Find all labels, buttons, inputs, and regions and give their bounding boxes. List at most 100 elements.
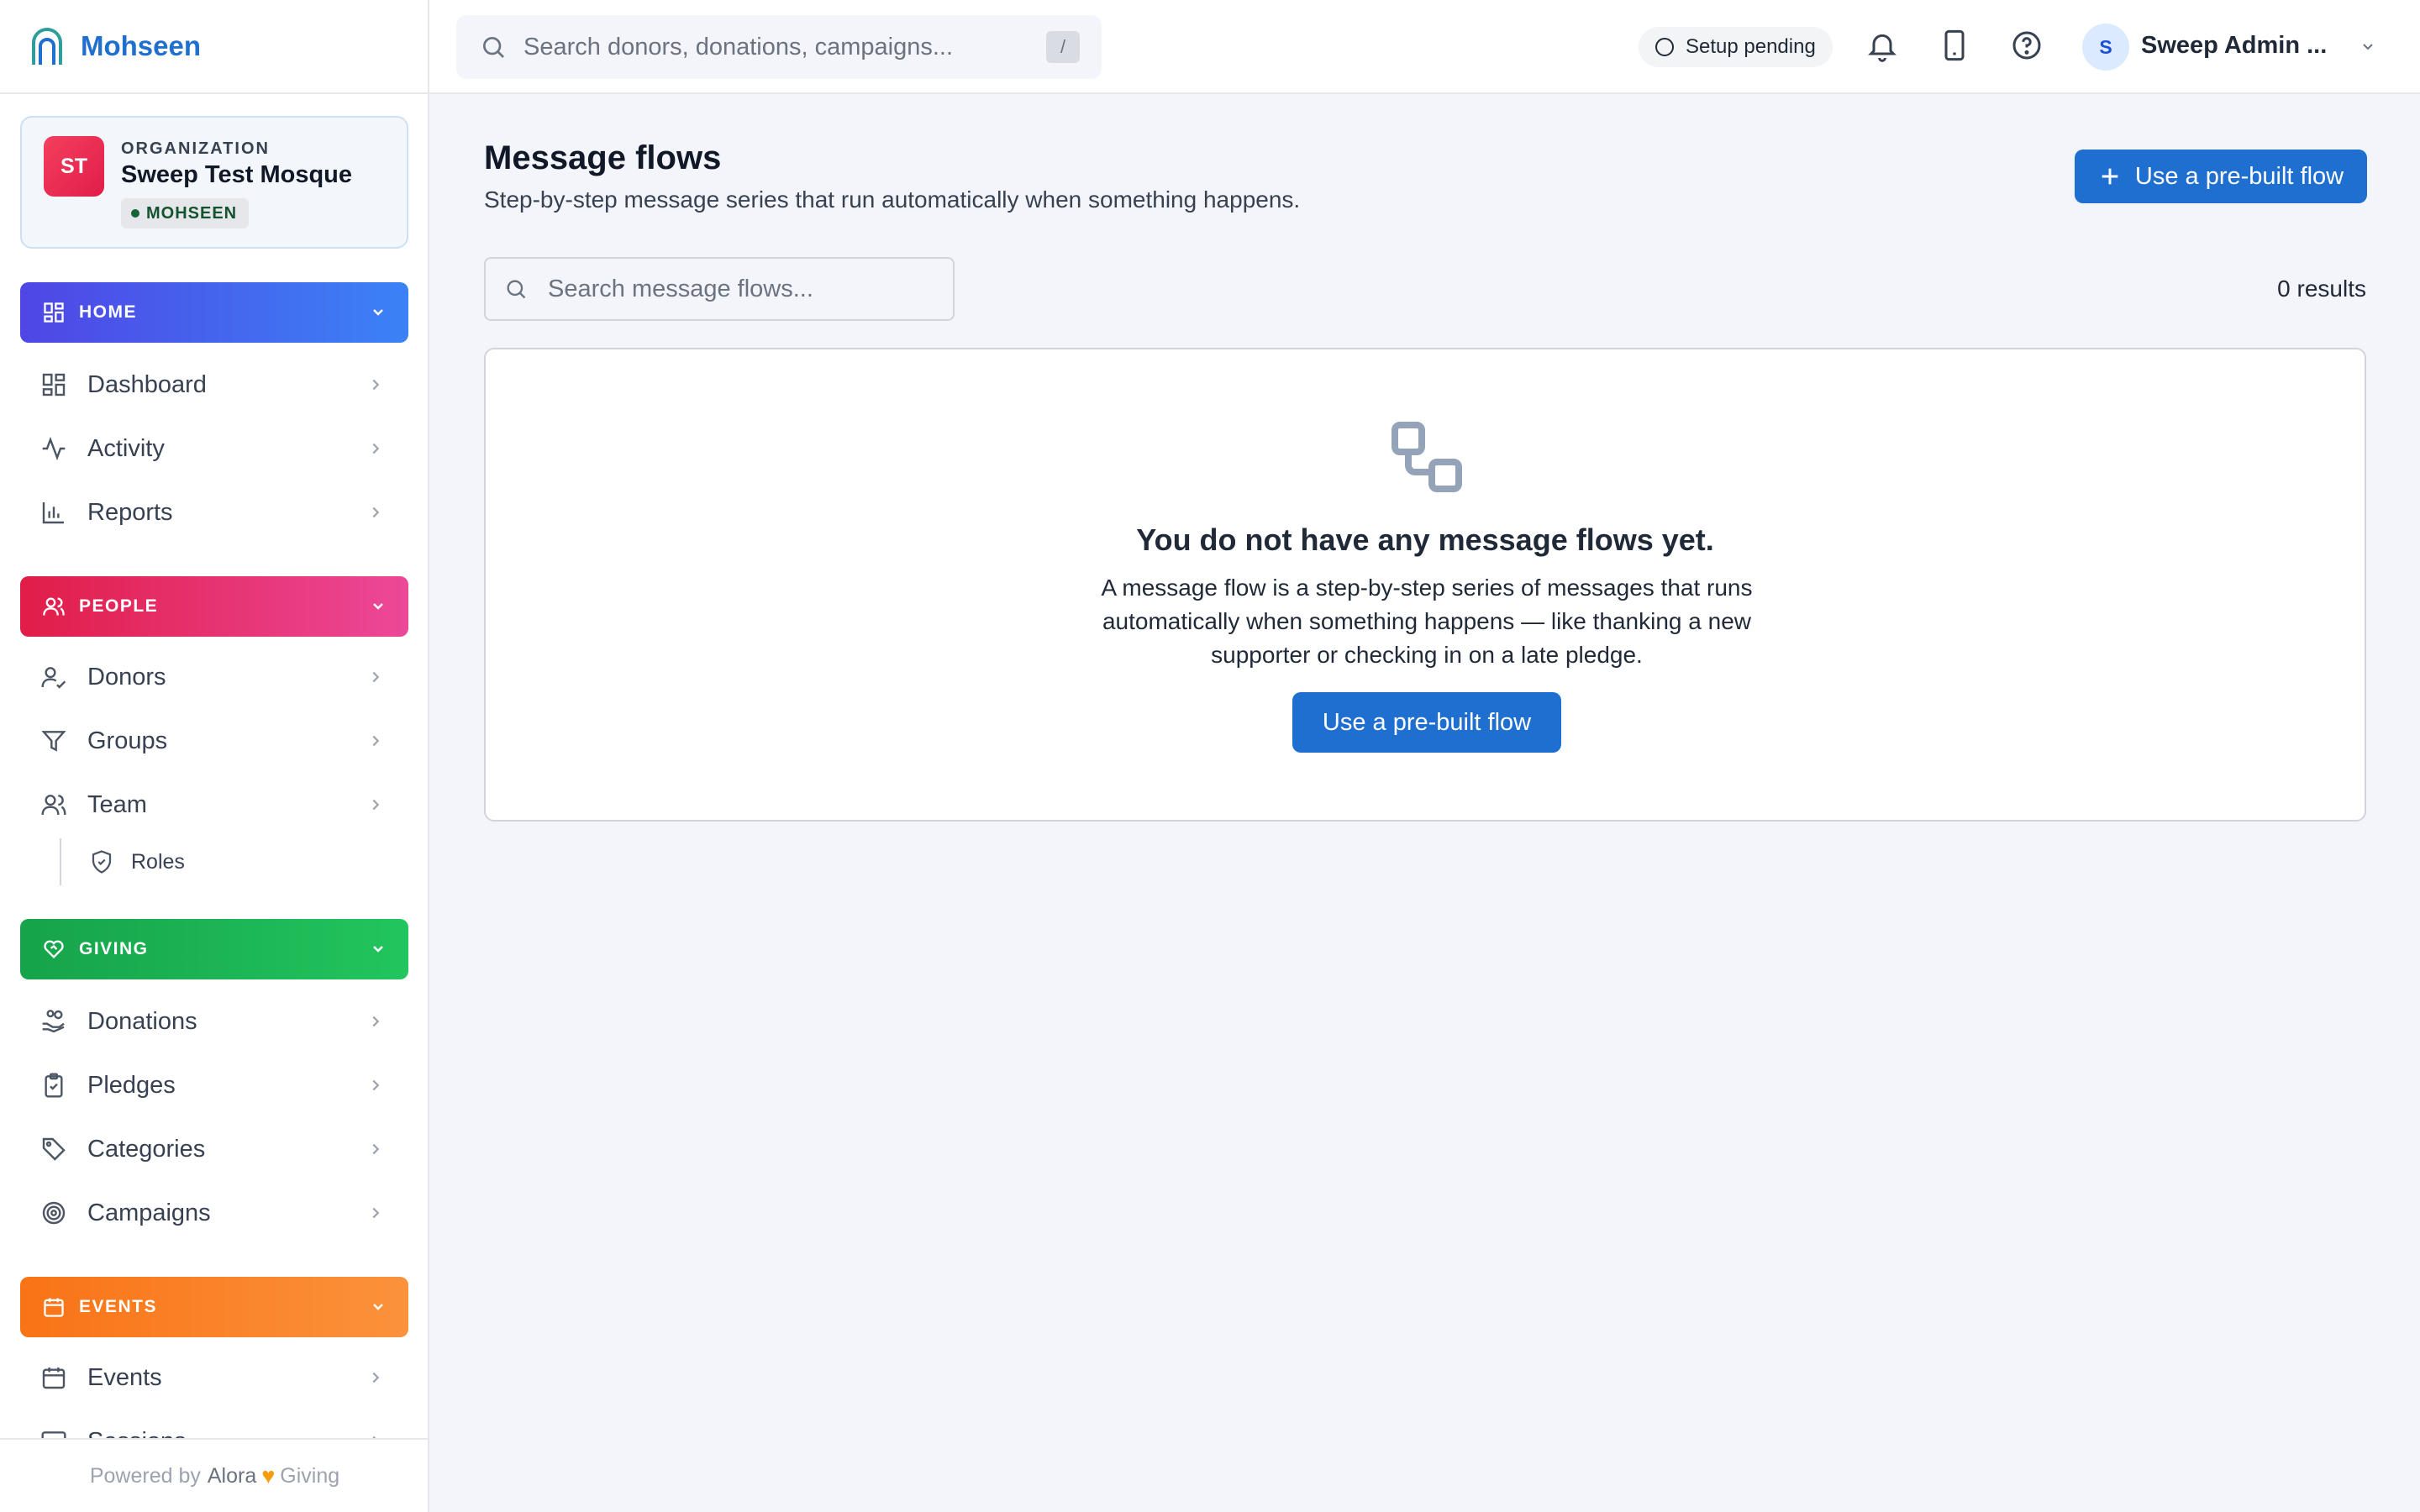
user-name[interactable]: Sweep Admin ... — [2141, 32, 2327, 60]
sidebar-item-label: Events — [87, 1363, 162, 1391]
footer-brand-a: Alora — [207, 1463, 257, 1488]
clipboard-check-icon — [45, 1073, 63, 1098]
footer-brand-b: Giving — [280, 1463, 340, 1488]
status-ring-icon — [1655, 38, 1674, 56]
sidebar-subitem-roles[interactable]: Roles — [89, 835, 185, 889]
heart-icon: ♥ — [261, 1462, 276, 1488]
chevron-right-icon — [372, 443, 380, 454]
sidebar-item-activity[interactable]: Activity — [20, 420, 408, 477]
sidebar-item-dashboard[interactable]: Dashboard — [20, 356, 408, 413]
calendar-icon — [44, 1298, 64, 1317]
section-people-label: PEOPLE — [79, 596, 159, 616]
org-name: Sweep Test Mosque — [121, 161, 353, 188]
page-subtitle: Step-by-step message series that run aut… — [484, 186, 1301, 213]
sidebar-item-label: Dashboard — [87, 370, 207, 398]
bell-icon[interactable] — [1865, 29, 1899, 62]
chevron-down-icon — [373, 309, 383, 316]
target-icon — [42, 1201, 66, 1225]
organization-card[interactable]: ST ORGANIZATION Sweep Test Mosque MOHSEE… — [20, 116, 408, 249]
chevron-down-icon — [373, 1304, 383, 1310]
status-dot-icon — [131, 209, 139, 218]
help-icon[interactable] — [2010, 29, 2044, 62]
sidebar-item-label: Categories — [87, 1135, 206, 1163]
search-shortcut: / — [1046, 31, 1080, 63]
users-icon — [41, 795, 66, 816]
chevron-right-icon — [372, 507, 380, 518]
sidebar-item-label: Pledges — [87, 1071, 176, 1099]
chevron-right-icon — [372, 1016, 380, 1027]
submenu-rule — [60, 838, 61, 885]
calendar-icon — [42, 1368, 66, 1389]
sidebar-item-label: Groups — [87, 727, 168, 754]
setup-status-label: Setup pending — [1686, 35, 1816, 58]
global-search[interactable]: Search donors, donations, campaigns... / — [456, 15, 1102, 79]
brand[interactable]: Mohseen — [0, 0, 428, 94]
results-count: 0 results — [2277, 276, 2366, 302]
sidebar-item-label: Donations — [87, 1007, 197, 1035]
user-check-icon — [41, 667, 66, 689]
sidebar-item-label: Donors — [87, 663, 166, 690]
heart-handshake-icon — [44, 940, 64, 958]
chevron-right-icon — [372, 799, 380, 811]
mobile-icon[interactable] — [1938, 29, 1971, 62]
section-giving[interactable]: GIVING — [20, 919, 408, 979]
chevron-down-icon — [373, 603, 383, 610]
section-home-label: HOME — [79, 302, 137, 322]
topbar: Search donors, donations, campaigns... /… — [429, 0, 2420, 94]
chevron-down-icon[interactable] — [2360, 39, 2376, 55]
workflow-icon — [1392, 422, 1462, 492]
empty-state-prebuilt-button[interactable]: Use a pre-built flow — [1292, 692, 1561, 753]
chevron-right-icon — [372, 1372, 380, 1383]
sidebar-item-reports[interactable]: Reports — [20, 484, 408, 541]
sidebar-item-donors[interactable]: Donors — [20, 648, 408, 706]
org-avatar: ST — [44, 136, 104, 197]
section-events[interactable]: EVENTS — [20, 1277, 408, 1337]
flow-search — [484, 257, 955, 321]
shield-check-icon — [92, 850, 112, 874]
org-badge: MOHSEEN — [121, 198, 250, 228]
global-search-placeholder: Search donors, donations, campaigns... — [523, 33, 954, 60]
page-title: Message flows — [484, 139, 722, 176]
sidebar-item-groups[interactable]: Groups — [20, 712, 408, 769]
tag-icon — [42, 1137, 66, 1161]
sidebar-item-events[interactable]: Events — [20, 1349, 408, 1406]
footer-prefix: Powered by — [89, 1463, 201, 1488]
sidebar-item-donations[interactable]: Donations — [20, 993, 408, 1050]
chevron-right-icon — [372, 671, 380, 683]
mosque-arch-icon — [32, 28, 62, 65]
sidebar-item-categories[interactable]: Categories — [20, 1121, 408, 1178]
chevron-right-icon — [372, 1079, 380, 1091]
section-events-label: EVENTS — [79, 1297, 158, 1316]
sidebar: Mohseen ST ORGANIZATION Sweep Test Mosqu… — [0, 0, 429, 1512]
sidebar-item-label: Team — [87, 790, 147, 818]
sidebar-item-team[interactable]: Team — [20, 776, 408, 833]
section-giving-label: GIVING — [79, 939, 149, 958]
use-prebuilt-flow-label: Use a pre-built flow — [2134, 162, 2344, 190]
filter-icon — [41, 731, 66, 752]
sidebar-item-campaigns[interactable]: Campaigns — [20, 1184, 408, 1242]
users-icon — [43, 597, 65, 616]
brand-name: Mohseen — [81, 30, 202, 61]
flow-search-input[interactable] — [548, 275, 934, 303]
section-people[interactable]: PEOPLE — [20, 576, 408, 637]
sidebar-item-label: Activity — [87, 434, 165, 462]
chevron-right-icon — [372, 735, 380, 747]
search-icon — [483, 37, 504, 58]
chevron-down-icon — [373, 946, 383, 953]
use-prebuilt-flow-button[interactable]: Use a pre-built flow — [2075, 150, 2367, 203]
org-badge-label: MOHSEEN — [146, 203, 238, 223]
empty-state-card: You do not have any message flows yet. A… — [484, 348, 2366, 822]
section-home[interactable]: HOME — [20, 282, 408, 343]
sidebar-item-label: Reports — [87, 498, 173, 526]
sidebar-item-label: Campaigns — [87, 1199, 211, 1226]
hand-coins-icon — [42, 1010, 65, 1033]
dashboard-grid-icon — [42, 373, 66, 396]
plus-icon — [2102, 168, 2118, 185]
empty-state-description: A message flow is a step-by-step series … — [1101, 575, 1753, 668]
chevron-right-icon — [372, 1207, 380, 1219]
chevron-right-icon — [372, 379, 380, 391]
sidebar-item-pledges[interactable]: Pledges — [20, 1057, 408, 1114]
setup-status-pill[interactable]: Setup pending — [1639, 27, 1833, 67]
avatar[interactable]: S — [2082, 24, 2129, 71]
activity-pulse-icon — [42, 436, 66, 461]
